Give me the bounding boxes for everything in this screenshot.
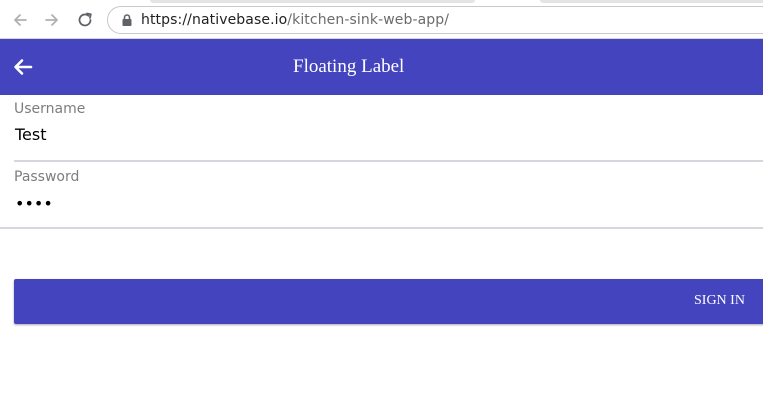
arrow-left-icon xyxy=(14,14,27,26)
arrow-left-icon xyxy=(14,59,33,75)
tab-strip-right xyxy=(540,0,763,3)
address-bar[interactable]: https://nativebase.io/kitchen-sink-web-a… xyxy=(107,6,763,34)
page-title: Floating Label xyxy=(293,56,405,77)
browser-back-button[interactable] xyxy=(8,8,32,32)
reload-icon xyxy=(78,12,92,27)
password-underline xyxy=(0,227,763,229)
password-label: Password xyxy=(14,169,80,185)
password-input[interactable]: •••• xyxy=(15,194,755,213)
sign-in-button[interactable]: SIGN IN xyxy=(14,279,763,324)
password-field[interactable]: Password •••• xyxy=(0,161,763,229)
lock-icon xyxy=(122,14,132,26)
username-input[interactable]: Test xyxy=(15,125,755,144)
username-label: Username xyxy=(14,101,86,117)
arrow-right-icon xyxy=(45,14,58,26)
browser-forward-button[interactable] xyxy=(40,8,64,32)
url-host: https://nativebase.io xyxy=(141,12,288,28)
username-field[interactable]: Username Test xyxy=(0,95,763,161)
browser-reload-button[interactable] xyxy=(73,8,97,32)
browser-toolbar: https://nativebase.io/kitchen-sink-web-a… xyxy=(0,0,763,39)
header-back-button[interactable] xyxy=(12,57,34,77)
tab-strip xyxy=(150,0,475,3)
url-text: https://nativebase.io/kitchen-sink-web-a… xyxy=(141,12,449,28)
url-path: /kitchen-sink-web-app/ xyxy=(287,12,450,28)
app-header: Floating Label xyxy=(0,39,763,95)
sign-in-label: SIGN IN xyxy=(694,293,745,308)
